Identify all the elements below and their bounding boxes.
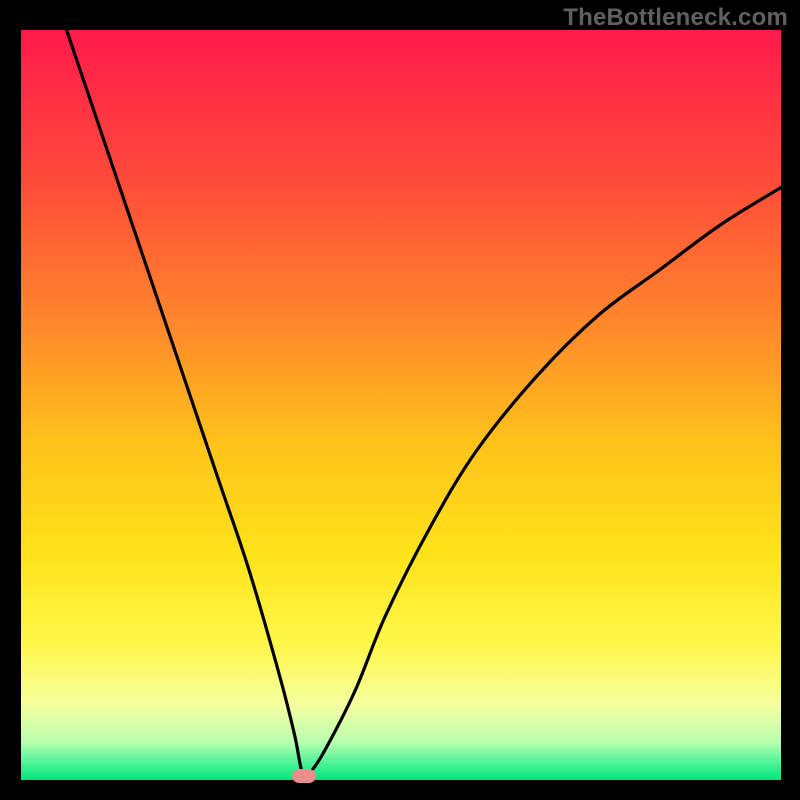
bottleneck-curve (67, 30, 781, 776)
optimal-marker (292, 769, 316, 783)
watermark-text: TheBottleneck.com (563, 4, 788, 32)
curve-layer (21, 30, 781, 780)
chart-frame: TheBottleneck.com (0, 0, 800, 800)
plot-area (21, 30, 781, 780)
